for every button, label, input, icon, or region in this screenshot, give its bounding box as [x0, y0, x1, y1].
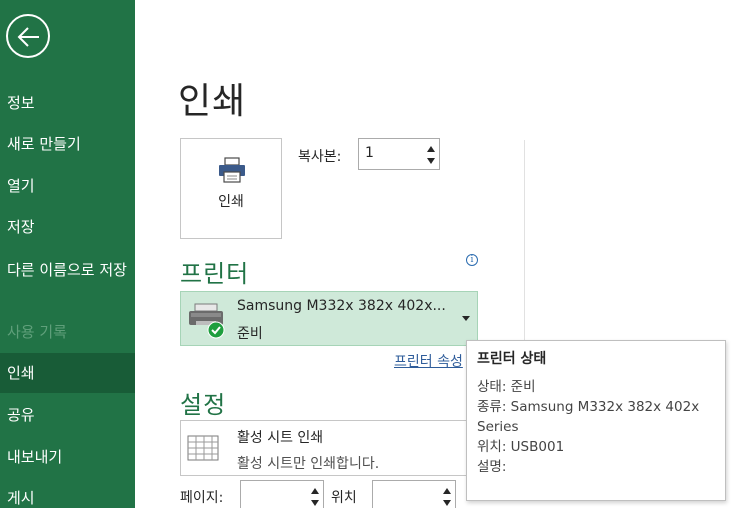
pages-from-stepper[interactable] [240, 480, 324, 508]
page-title: 인쇄 [178, 81, 247, 122]
back-arrow-icon [17, 27, 39, 47]
sidebar-item-new[interactable]: 새로 만들기 [0, 136, 135, 153]
sheet-grid-icon [187, 435, 219, 461]
sidebar-item-save-as[interactable]: 다른 이름으로 저장 [0, 262, 135, 279]
spin-down-icon[interactable] [310, 497, 320, 508]
tooltip-type-cont: Series [477, 419, 519, 435]
sidebar-item-open[interactable]: 열기 [0, 178, 135, 195]
sidebar-item-publish[interactable]: 게시 [0, 490, 135, 507]
sidebar-item-history: 사용 기록 [7, 323, 67, 341]
panel-divider [524, 140, 525, 350]
copies-stepper[interactable] [358, 138, 440, 170]
sidebar-item-export[interactable]: 내보내기 [0, 449, 135, 466]
pages-to-stepper[interactable] [372, 480, 456, 508]
tooltip-comment: 설명: [477, 459, 507, 475]
print-scope-dropdown[interactable]: 활성 시트 인쇄 활성 시트만 인쇄합니다. [180, 420, 478, 476]
backstage-sidebar: 정보 새로 만들기 열기 저장 다른 이름으로 저장 사용 기록 인쇄 공유 내… [0, 0, 135, 508]
tooltip-type: 종류: Samsung M332x 382x 402x [477, 399, 700, 415]
pages-label: 페이지: [180, 490, 224, 506]
tooltip-status: 상태: 준비 [477, 379, 536, 395]
info-icon[interactable]: i [466, 254, 478, 266]
tooltip-location: 위치: USB001 [477, 439, 565, 455]
printer-status: 준비 [237, 326, 263, 342]
pages-to-label: 위치 [331, 490, 357, 506]
print-scope-title: 활성 시트 인쇄 [237, 430, 324, 446]
printer-properties-link[interactable]: 프린터 속성 [394, 351, 463, 371]
settings-section-title: 설정 [180, 391, 227, 419]
spin-down-icon[interactable] [426, 155, 436, 167]
back-button[interactable] [6, 14, 50, 58]
spin-up-icon[interactable] [310, 485, 320, 497]
printer-dropdown[interactable]: Samsung M332x 382x 402x... 준비 [180, 291, 478, 346]
spin-down-icon[interactable] [442, 497, 452, 508]
printer-name: Samsung M332x 382x 402x... [237, 298, 446, 314]
print-button-label: 인쇄 [218, 194, 244, 210]
printer-status-tooltip: 프린터 상태 상태: 준비 종류: Samsung M332x 382x 402… [466, 340, 726, 501]
print-scope-description: 활성 시트만 인쇄합니다. [237, 456, 380, 472]
printer-section-title: 프린터 [180, 260, 250, 288]
copies-label: 복사본: [298, 149, 342, 165]
copies-input[interactable] [365, 145, 415, 161]
tooltip-title: 프린터 상태 [477, 351, 547, 367]
sidebar-item-print[interactable]: 인쇄 [0, 353, 135, 393]
sidebar-item-share[interactable]: 공유 [0, 407, 135, 424]
chevron-down-icon [462, 316, 470, 321]
sidebar-item-info[interactable]: 정보 [0, 95, 135, 112]
sidebar-item-save[interactable]: 저장 [0, 219, 135, 236]
spin-up-icon[interactable] [426, 143, 436, 155]
print-button[interactable]: 인쇄 [180, 138, 282, 239]
spin-up-icon[interactable] [442, 485, 452, 497]
printer-icon [219, 157, 245, 183]
check-circle-icon [207, 321, 225, 339]
